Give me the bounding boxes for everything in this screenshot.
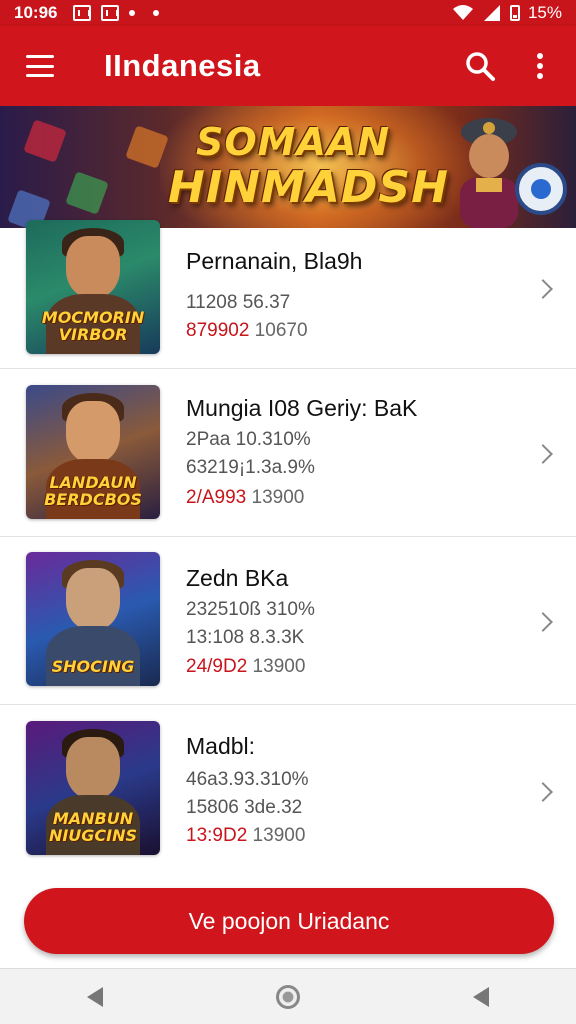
notification-icon xyxy=(73,5,92,21)
item-stat: 2Paa 10.310% xyxy=(186,429,311,450)
search-icon xyxy=(466,52,495,81)
chevron-right-icon xyxy=(533,444,553,464)
more-options-button[interactable] xyxy=(510,26,570,106)
signal-icon xyxy=(483,5,500,21)
banner-title-line1: SOMAAN xyxy=(196,120,391,164)
notification-icon xyxy=(101,5,120,21)
thumbnail-caption: LANDAUN BERDCBOS xyxy=(44,473,142,510)
item-stat-highlight: 13:9D2 13900 xyxy=(186,825,306,846)
thumbnail-caption: MOCMORIN VIRBOR xyxy=(41,308,145,345)
wifi-icon xyxy=(452,5,473,20)
system-nav-bar xyxy=(0,968,576,1024)
notification-dot-icon xyxy=(153,10,160,16)
item-stat-highlight: 879902 10670 xyxy=(186,320,308,341)
back-icon[interactable] xyxy=(86,986,103,1007)
status-bar: 10:96 15% xyxy=(0,0,576,26)
item-stat: 15806 3de.32 xyxy=(186,797,303,818)
item-title: Zedn BKa xyxy=(186,565,289,591)
list-item[interactable]: LANDAUN BERDCBOS Mungia I08 Geriy: BaK 2… xyxy=(0,369,576,537)
chevron-right-icon xyxy=(533,612,553,632)
menu-button[interactable] xyxy=(0,26,80,106)
thumbnail-caption: SHOCING xyxy=(51,657,135,677)
more-vert-icon xyxy=(537,53,543,79)
game-thumbnail: MOCMORIN VIRBOR xyxy=(26,220,160,354)
recents-icon[interactable] xyxy=(473,986,490,1007)
item-stat-highlight: 24/9D2 13900 xyxy=(186,656,306,677)
chevron-right-icon xyxy=(533,782,553,802)
item-stat: 11208 56.37 xyxy=(186,292,291,313)
item-title: Madbl: xyxy=(186,733,256,759)
game-thumbnail: MANBUN NIUGCINS xyxy=(26,721,160,855)
item-stat: 46a3.93.310% xyxy=(186,769,309,790)
item-stat: 13:108 8.3.3K xyxy=(186,627,305,648)
game-thumbnail: SHOCING xyxy=(26,552,160,686)
chevron-right-icon xyxy=(533,279,553,299)
app-bar: IIndanesia xyxy=(0,26,576,106)
battery-icon xyxy=(509,5,520,21)
notification-dot-icon xyxy=(129,10,136,16)
list-item[interactable]: MANBUN NIUGCINS Madbl: 46a3.93.310% 1580… xyxy=(0,705,576,875)
thumbnail-caption: MANBUN NIUGCINS xyxy=(48,809,138,846)
item-stat-highlight: 2/A993 13900 xyxy=(186,487,305,508)
promo-banner[interactable]: SOMAAN HINMADSH xyxy=(0,106,576,228)
home-icon[interactable] xyxy=(275,984,300,1009)
item-title: Pernanain, Bla9h xyxy=(186,248,363,274)
banner-title-line2: HINMADSH xyxy=(168,162,449,213)
primary-action-button[interactable]: Ve poojon Uriadanc xyxy=(24,888,554,954)
item-stat: 232510ß 310% xyxy=(186,599,315,620)
hamburger-icon xyxy=(26,55,54,77)
game-thumbnail: LANDAUN BERDCBOS xyxy=(26,385,160,519)
status-time: 10:96 xyxy=(14,3,58,22)
item-stat: 63219¡1.3a.9% xyxy=(186,457,315,478)
battery-level: 15% xyxy=(527,3,562,22)
search-button[interactable] xyxy=(450,26,510,106)
list-item[interactable]: MOCMORIN VIRBOR Pernanain, Bla9h 11208 5… xyxy=(0,220,576,369)
banner-gadget-image xyxy=(515,163,567,215)
app-title: IIndanesia xyxy=(104,48,261,83)
item-title: Mungia I08 Geriy: BaK xyxy=(186,395,418,421)
list-item[interactable]: SHOCING Zedn BKa 232510ß 310% 13:108 8.3… xyxy=(0,537,576,705)
